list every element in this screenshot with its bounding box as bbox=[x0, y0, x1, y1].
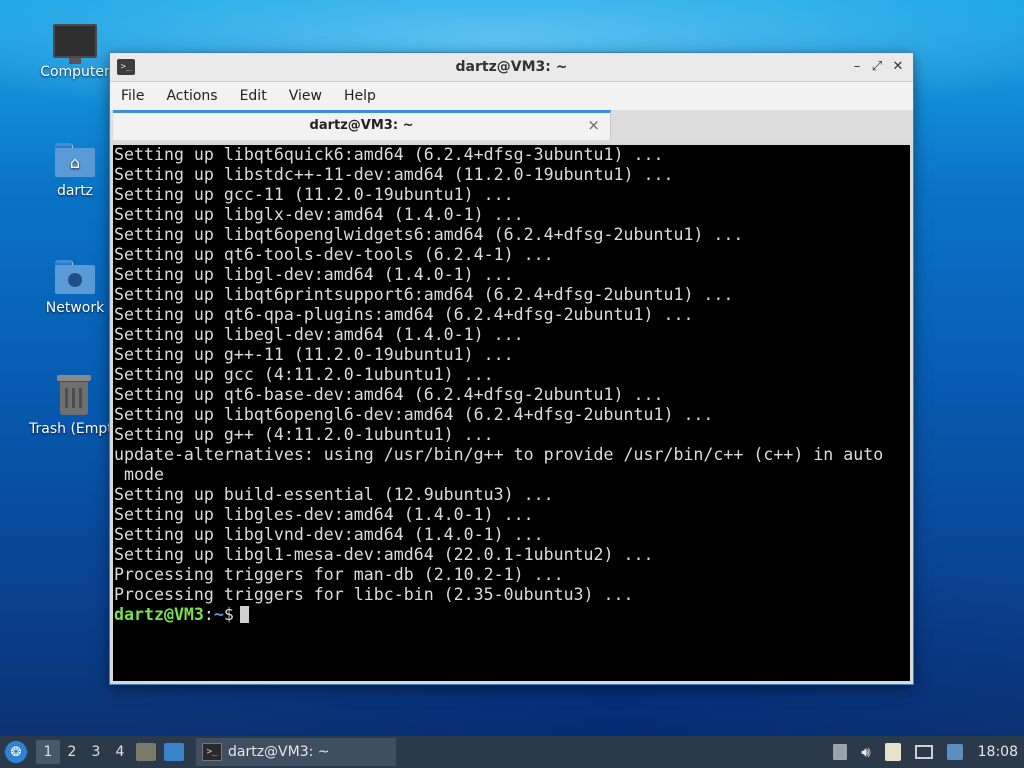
terminal-line: Setting up qt6-qpa-plugins:amd64 (6.2.4+… bbox=[114, 305, 694, 324]
computer-icon bbox=[53, 24, 97, 64]
prompt-separator: : bbox=[203, 605, 214, 624]
terminal-line: Setting up libqt6printsupport6:amd64 (6.… bbox=[114, 285, 734, 304]
terminal-line: Setting up libglvnd-dev:amd64 (1.4.0-1) … bbox=[114, 525, 544, 544]
workspace-4[interactable]: 4 bbox=[108, 740, 132, 764]
terminal-output[interactable]: Setting up libqt6quick6:amd64 (6.2.4+dfs… bbox=[113, 145, 910, 681]
terminal-line: Setting up libegl-dev:amd64 (1.4.0-1) ..… bbox=[114, 325, 524, 344]
file-manager-icon[interactable] bbox=[164, 743, 184, 761]
menu-help[interactable]: Help bbox=[333, 88, 387, 104]
terminal-line: Setting up gcc-11 (11.2.0-19ubuntu1) ... bbox=[114, 185, 514, 204]
desktop-icon-label: Network bbox=[45, 300, 105, 316]
terminal-line: Setting up libgl1-mesa-dev:amd64 (22.0.1… bbox=[114, 545, 654, 564]
window-title: dartz@VM3: ~ bbox=[455, 59, 568, 75]
terminal-line: Processing triggers for libc-bin (2.35-0… bbox=[114, 585, 634, 604]
close-icon[interactable]: ✕ bbox=[890, 59, 906, 75]
clock[interactable]: 18:08 bbox=[978, 744, 1018, 760]
terminal-line: Setting up g++-11 (11.2.0-19ubuntu1) ... bbox=[114, 345, 514, 364]
terminal-line: Setting up libqt6openglwidgets6:amd64 (6… bbox=[114, 225, 744, 244]
terminal-line: Setting up qt6-base-dev:amd64 (6.2.4+dfs… bbox=[114, 385, 664, 404]
desktop-icon-computer[interactable]: Computer bbox=[27, 24, 123, 80]
terminal-line: Setting up libqt6opengl6-dev:amd64 (6.2.… bbox=[114, 405, 714, 424]
maximize-icon[interactable]: ⤢ bbox=[869, 59, 885, 75]
start-menu-icon[interactable]: ❂ bbox=[5, 741, 27, 763]
terminal-line: Setting up libstdc++-11-dev:amd64 (11.2.… bbox=[114, 165, 674, 184]
terminal-line: Setting up libgles-dev:amd64 (1.4.0-1) .… bbox=[114, 505, 534, 524]
eject-icon[interactable] bbox=[833, 744, 848, 760]
menu-actions[interactable]: Actions bbox=[155, 88, 228, 104]
taskbar-task-terminal[interactable]: >_ dartz@VM3: ~ bbox=[196, 738, 396, 766]
network-icon[interactable] bbox=[914, 745, 933, 759]
prompt-path: ~ bbox=[213, 605, 224, 624]
terminal-line: Setting up libglx-dev:amd64 (1.4.0-1) ..… bbox=[114, 205, 524, 224]
workspace-3[interactable]: 3 bbox=[84, 740, 108, 764]
terminal-line: Setting up libqt6quick6:amd64 (6.2.4+dfs… bbox=[114, 145, 664, 164]
terminal-line: Processing triggers for man-db (2.10.2-1… bbox=[114, 565, 564, 584]
desktop-icon-home[interactable]: ⌂ dartz bbox=[27, 143, 123, 199]
terminal-line: Setting up gcc (4:11.2.0-1ubuntu1) ... bbox=[114, 365, 494, 384]
menu-edit[interactable]: Edit bbox=[229, 88, 278, 104]
prompt-symbol: $ bbox=[223, 605, 234, 624]
desktop-icon-label: Trash (Empt bbox=[29, 421, 113, 437]
home-folder-icon: ⌂ bbox=[55, 143, 95, 177]
clipboard-icon[interactable] bbox=[884, 743, 901, 761]
terminal-app-icon[interactable]: >_ bbox=[117, 59, 135, 75]
terminal-task-icon: >_ bbox=[202, 743, 222, 761]
terminal-line: Setting up build-essential (12.9ubuntu3)… bbox=[114, 485, 554, 504]
terminal-line: update-alternatives: using /usr/bin/g++ … bbox=[114, 445, 884, 464]
desktop-icon-label: dartz bbox=[56, 183, 94, 199]
task-label: dartz@VM3: ~ bbox=[228, 744, 330, 760]
terminal-lines: Setting up libqt6quick6:amd64 (6.2.4+dfs… bbox=[113, 145, 910, 605]
desktop-icon-network[interactable]: Network bbox=[27, 260, 123, 316]
update-notifier-icon[interactable] bbox=[946, 744, 963, 760]
tab-bar: dartz@VM3: ~ × bbox=[110, 110, 913, 142]
tab-label: dartz@VM3: ~ bbox=[309, 118, 414, 133]
taskbar: ❂ 1 2 3 4 >_ dartz@VM3: ~ 🔊︎ 18:08 bbox=[0, 736, 1024, 768]
network-folder-icon bbox=[55, 260, 95, 294]
terminal-line: mode bbox=[114, 465, 164, 484]
trash-icon bbox=[57, 375, 91, 415]
terminal-line: Setting up g++ (4:11.2.0-1ubuntu1) ... bbox=[114, 425, 494, 444]
terminal-line: Setting up qt6-tools-dev-tools (6.2.4-1)… bbox=[114, 245, 554, 264]
window-titlebar[interactable]: >_ dartz@VM3: ~ – ⤢ ✕ bbox=[110, 53, 913, 82]
prompt-user: dartz@VM3 bbox=[114, 605, 204, 624]
menu-view[interactable]: View bbox=[278, 88, 333, 104]
show-desktop-icon[interactable] bbox=[136, 743, 156, 761]
terminal-line: Setting up libgl-dev:amd64 (1.4.0-1) ... bbox=[114, 265, 514, 284]
tab-close-icon[interactable]: × bbox=[587, 116, 600, 134]
terminal-tab[interactable]: dartz@VM3: ~ × bbox=[113, 110, 611, 140]
minimize-icon[interactable]: – bbox=[849, 59, 865, 75]
menubar: File Actions Edit View Help bbox=[110, 82, 913, 110]
volume-icon[interactable]: 🔊︎ bbox=[861, 743, 870, 761]
menu-file[interactable]: File bbox=[110, 88, 155, 104]
desktop-icon-label: Computer bbox=[40, 64, 110, 80]
terminal-window: >_ dartz@VM3: ~ – ⤢ ✕ File Actions Edit … bbox=[110, 53, 913, 684]
terminal-prompt: dartz@VM3:~$ bbox=[113, 605, 910, 625]
system-tray: 🔊︎ 18:08 bbox=[826, 736, 1024, 768]
terminal-cursor bbox=[239, 606, 249, 623]
workspace-1[interactable]: 1 bbox=[36, 740, 60, 764]
workspace-2[interactable]: 2 bbox=[60, 740, 84, 764]
